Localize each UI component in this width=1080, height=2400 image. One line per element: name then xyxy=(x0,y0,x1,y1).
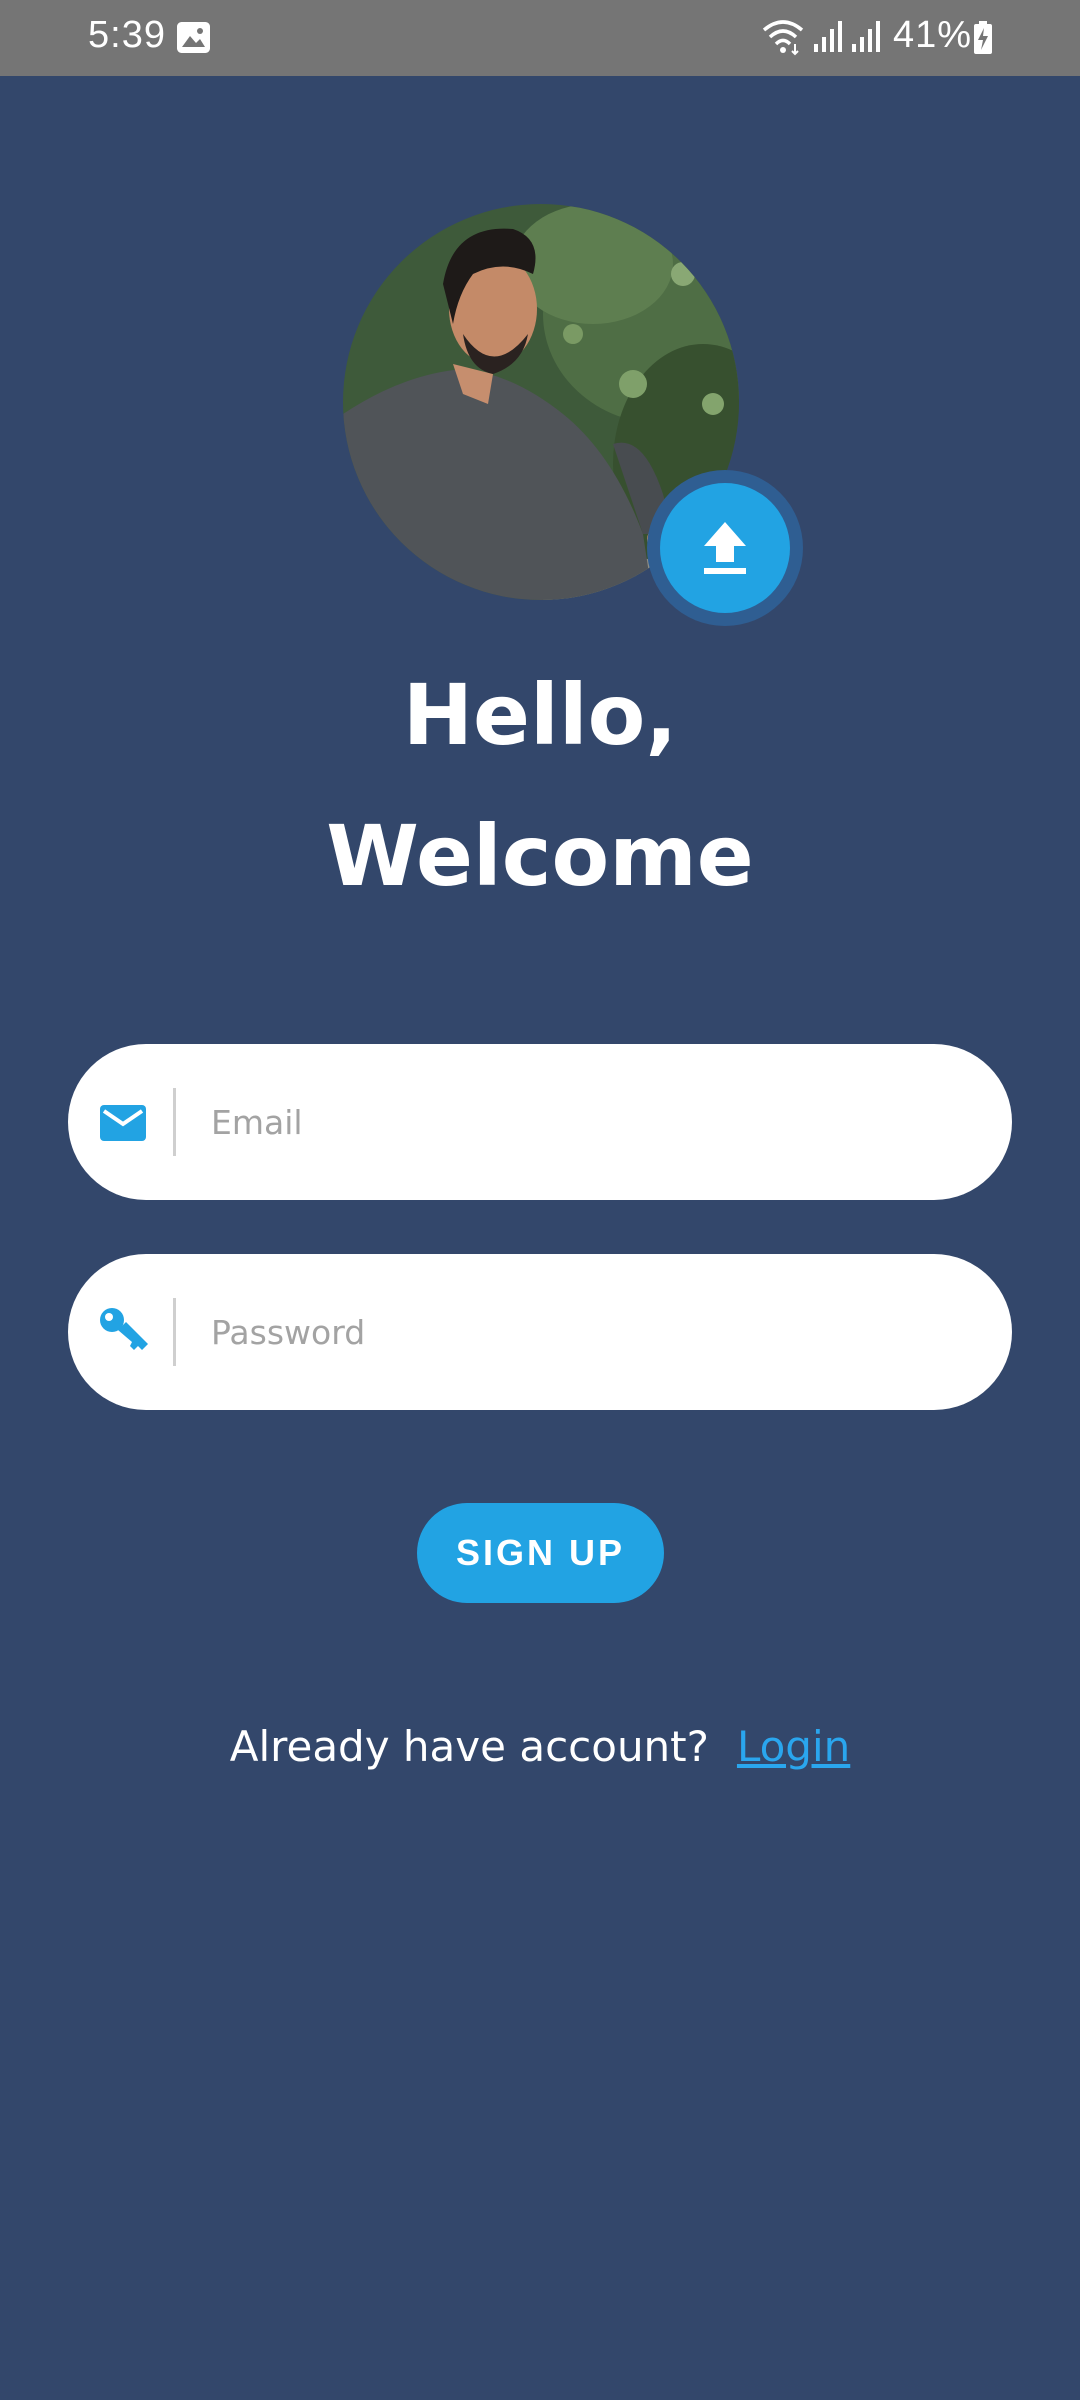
email-divider xyxy=(173,1088,176,1156)
login-prompt-text: Already have account? xyxy=(229,1722,709,1771)
upload-photo-button[interactable] xyxy=(660,483,790,613)
signup-button[interactable]: SIGN UP xyxy=(417,1503,664,1603)
password-field[interactable] xyxy=(68,1254,1012,1410)
battery-charging-icon xyxy=(974,21,992,54)
login-prompt-row: Already have account? Login xyxy=(0,1722,1080,1771)
password-input[interactable] xyxy=(211,1254,971,1410)
email-input[interactable] xyxy=(211,1044,971,1200)
status-bar: 5:39 41% xyxy=(0,0,1080,76)
signal-icon xyxy=(852,21,880,52)
greeting-welcome: Welcome xyxy=(326,807,754,905)
status-time: 5:39 xyxy=(88,14,166,56)
email-field[interactable] xyxy=(68,1044,1012,1200)
signal-icon xyxy=(814,21,842,52)
upload-icon xyxy=(704,522,746,574)
greeting-hello: Hello, xyxy=(402,666,678,764)
key-icon xyxy=(100,1308,148,1350)
password-divider xyxy=(173,1298,176,1366)
wifi-icon xyxy=(762,20,804,56)
mail-icon xyxy=(100,1105,146,1141)
battery-percentage: 41% xyxy=(893,14,973,56)
gallery-icon xyxy=(177,22,210,53)
login-link[interactable]: Login xyxy=(737,1722,850,1771)
